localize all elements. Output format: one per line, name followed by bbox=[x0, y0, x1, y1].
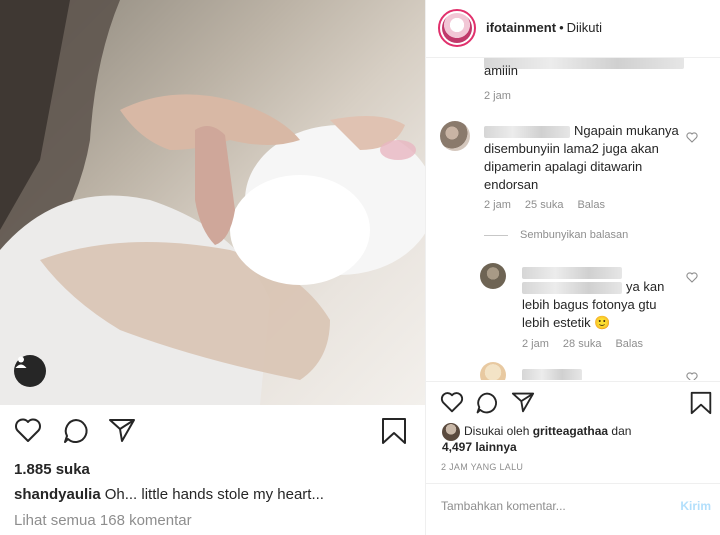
reply-button[interactable]: Balas bbox=[615, 338, 643, 350]
comment-text: amiiin bbox=[484, 63, 518, 78]
liked-by-others[interactable]: 4,497 lainnya bbox=[442, 439, 517, 455]
account-avatar[interactable] bbox=[438, 9, 476, 47]
comment-heart-icon[interactable] bbox=[686, 270, 698, 288]
redacted-text bbox=[522, 366, 586, 380]
post-time[interactable]: 2 JAM YANG LALU bbox=[441, 462, 523, 472]
post-comment-button[interactable]: Kirim bbox=[680, 499, 711, 513]
comment-input[interactable]: Tambahkan komentar... bbox=[441, 499, 566, 513]
liked-by-user[interactable]: gritteagathaa bbox=[533, 424, 608, 438]
comment-likes[interactable]: 25 suka bbox=[525, 199, 564, 211]
commenter-avatar[interactable] bbox=[480, 263, 506, 289]
comment-meta: 2 jam 28 suka Balas bbox=[522, 338, 657, 350]
comment-heart-icon[interactable] bbox=[686, 130, 698, 148]
user-tag-icon[interactable] bbox=[14, 355, 46, 387]
redacted-username bbox=[522, 281, 622, 294]
account-info: ifotainment • Diikuti bbox=[486, 20, 603, 35]
comment-likes[interactable]: 28 suka bbox=[563, 338, 602, 350]
liked-by: Disukai oleh gritteagathaa dan bbox=[464, 423, 631, 439]
comment-time: 2 jam bbox=[484, 199, 511, 211]
caption-username[interactable]: shandyaulia bbox=[14, 486, 101, 503]
post-photo-art bbox=[0, 0, 425, 405]
liked-by-others-count[interactable]: 4,497 lainnya bbox=[442, 440, 517, 454]
post-photo[interactable] bbox=[0, 0, 425, 405]
panel-header: ifotainment • Diikuti bbox=[426, 0, 720, 58]
account-name[interactable]: ifotainment bbox=[486, 20, 556, 35]
hide-replies-button[interactable]: Sembunyikan balasan bbox=[484, 229, 628, 241]
hide-replies-label: Sembunyikan balasan bbox=[520, 229, 629, 241]
comment-body: Ngapain mukanya disembunyiin lama2 juga … bbox=[484, 122, 684, 194]
comment-heart-icon[interactable] bbox=[686, 370, 698, 380]
commenter-avatar[interactable] bbox=[480, 362, 506, 380]
comment-time: 2 jam bbox=[522, 338, 549, 350]
like-count[interactable]: 1.885 suka bbox=[14, 461, 90, 478]
heart-icon[interactable] bbox=[14, 417, 42, 448]
caption-text: Oh... little hands stole my heart... bbox=[104, 486, 324, 503]
panel-actions bbox=[426, 381, 720, 421]
comment-meta: 2 jam 25 suka Balas bbox=[484, 199, 619, 211]
post-column: 1.885 suka shandyaulia Oh... little hands… bbox=[0, 0, 425, 535]
share-icon[interactable] bbox=[511, 391, 535, 418]
caption: shandyaulia Oh... little hands stole my h… bbox=[14, 486, 324, 503]
liked-by-prefix: Disukai oleh bbox=[464, 424, 530, 438]
bookmark-icon[interactable] bbox=[381, 417, 407, 450]
liked-by-conj: dan bbox=[611, 424, 632, 438]
comment-panel: ifotainment • Diikuti amiiin 2 jam Ngapain… bbox=[425, 0, 720, 535]
redacted-username bbox=[484, 125, 570, 138]
follow-status[interactable]: Diikuti bbox=[567, 20, 602, 35]
comment-icon[interactable] bbox=[475, 391, 499, 420]
comment-icon[interactable] bbox=[62, 417, 90, 450]
reply-body: ya kan lebih bagus fotonya gtu lebih est… bbox=[522, 278, 672, 332]
redacted-text bbox=[522, 264, 626, 282]
post-actions bbox=[0, 413, 425, 453]
view-all-comments-link[interactable]: Lihat semua 168 komentar bbox=[14, 512, 192, 529]
comment-time: 2 jam bbox=[484, 90, 511, 102]
add-comment-bar: Tambahkan komentar... Kirim bbox=[426, 483, 720, 529]
reply-button[interactable]: Balas bbox=[577, 199, 605, 211]
comment-list[interactable]: amiiin 2 jam Ngapain mukanya disembunyii… bbox=[426, 58, 720, 380]
share-icon[interactable] bbox=[108, 417, 136, 448]
comment-meta: 2 jam bbox=[484, 90, 525, 102]
bookmark-icon[interactable] bbox=[690, 391, 712, 420]
heart-icon[interactable] bbox=[440, 391, 464, 418]
commenter-avatar[interactable] bbox=[440, 121, 470, 151]
